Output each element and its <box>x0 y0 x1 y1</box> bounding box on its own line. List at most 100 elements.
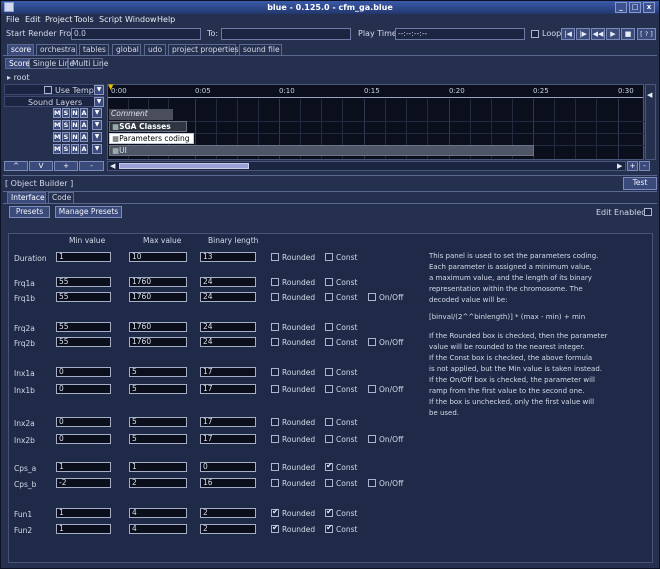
rounded-checkbox[interactable] <box>271 435 279 443</box>
remove-layer-button[interactable]: - <box>79 161 104 171</box>
a-button[interactable]: A <box>80 120 88 130</box>
onoff-checkbox[interactable] <box>368 338 376 346</box>
title-bar[interactable]: blue - 0.125.0 - cfm_ga.blue _ □ x <box>1 1 659 14</box>
vertical-scrollbar[interactable]: ◀ <box>645 84 656 160</box>
score-object-sga-classes[interactable]: ■SGA Classes <box>109 121 187 132</box>
binary-length-input[interactable]: 24 <box>200 322 256 332</box>
tab-multi-line[interactable]: Multi Line <box>68 58 108 69</box>
zoom-out-button[interactable]: - <box>639 161 650 171</box>
rounded-checkbox[interactable] <box>271 338 279 346</box>
const-checkbox[interactable] <box>325 253 333 261</box>
max-value-input[interactable]: 2 <box>129 478 187 488</box>
onoff-checkbox[interactable] <box>368 435 376 443</box>
min-value-input[interactable]: 55 <box>56 277 111 287</box>
binary-length-input[interactable]: 17 <box>200 367 256 377</box>
binary-length-input[interactable]: 24 <box>200 292 256 302</box>
scroll-left-icon[interactable]: ◀ <box>647 91 652 99</box>
min-value-input[interactable]: 0 <box>56 417 111 427</box>
menu-tools[interactable]: Tools <box>74 15 94 24</box>
tab-project-properties[interactable]: project properties <box>168 44 239 55</box>
test-button[interactable]: Test <box>623 177 657 190</box>
edit-enabled-checkbox[interactable] <box>644 208 652 216</box>
const-checkbox[interactable] <box>325 323 333 331</box>
mute-button[interactable]: M <box>53 120 61 130</box>
onoff-checkbox[interactable] <box>368 385 376 393</box>
rounded-checkbox[interactable] <box>271 463 279 471</box>
tab-global[interactable]: global <box>112 44 141 55</box>
const-checkbox[interactable] <box>325 293 333 301</box>
min-value-input[interactable]: 55 <box>56 322 111 332</box>
max-value-input[interactable]: 5 <box>129 384 187 394</box>
chevron-down-icon[interactable]: ▼ <box>92 120 102 130</box>
rounded-checkbox[interactable] <box>271 385 279 393</box>
max-value-input[interactable]: 4 <box>129 508 187 518</box>
max-value-input[interactable]: 5 <box>129 434 187 444</box>
chevron-down-icon[interactable]: ▼ <box>94 85 104 95</box>
tab-orchestra[interactable]: orchestra <box>36 44 77 55</box>
const-checkbox[interactable] <box>325 368 333 376</box>
n-button[interactable]: N <box>71 144 79 154</box>
tab-single-line[interactable]: Single Line <box>29 58 74 69</box>
const-checkbox[interactable] <box>325 479 333 487</box>
n-button[interactable]: N <box>71 132 79 142</box>
const-checkbox[interactable] <box>325 338 333 346</box>
tab-code[interactable]: Code <box>48 192 74 203</box>
chevron-down-icon[interactable]: ▼ <box>92 132 102 142</box>
score-object-comment[interactable]: Comment <box>109 109 173 120</box>
presets-button[interactable]: Presets <box>9 206 50 218</box>
chevron-down-icon[interactable]: ▼ <box>94 97 104 107</box>
const-checkbox[interactable] <box>325 523 333 533</box>
max-value-input[interactable]: 1760 <box>129 292 187 302</box>
binary-length-input[interactable]: 24 <box>200 277 256 287</box>
menu-edit[interactable]: Edit <box>25 15 41 24</box>
binary-length-input[interactable]: 2 <box>200 508 256 518</box>
score-object-parameters-coding[interactable]: ■Parameters coding <box>109 133 194 144</box>
solo-button[interactable]: S <box>62 132 70 142</box>
onoff-checkbox[interactable] <box>368 479 376 487</box>
close-button[interactable]: x <box>643 2 655 13</box>
max-value-input[interactable]: 5 <box>129 417 187 427</box>
binary-length-input[interactable]: 2 <box>200 524 256 534</box>
start-render-field[interactable]: 0.0 <box>71 28 201 40</box>
rounded-checkbox[interactable] <box>271 418 279 426</box>
binary-length-input[interactable]: 13 <box>200 252 256 262</box>
move-up-button[interactable]: ^ <box>4 161 28 171</box>
binary-length-input[interactable]: 16 <box>200 478 256 488</box>
rounded-checkbox[interactable] <box>271 293 279 301</box>
mute-button[interactable]: M <box>53 108 61 118</box>
scroll-left-arrow-icon[interactable]: ◀ <box>110 162 115 170</box>
score-timeline[interactable]: 0:00 0:05 0:10 0:15 0:20 0:25 0:30 ▼ Com… <box>107 83 645 160</box>
stop-icon[interactable]: ■ <box>621 28 635 40</box>
tab-score-view[interactable]: Score <box>5 58 30 69</box>
menu-help[interactable]: Help <box>157 15 175 24</box>
binary-length-input[interactable]: 0 <box>200 462 256 472</box>
binary-length-input[interactable]: 24 <box>200 337 256 347</box>
min-value-input[interactable]: 55 <box>56 292 111 302</box>
binary-length-input[interactable]: 17 <box>200 434 256 444</box>
const-checkbox[interactable] <box>325 435 333 443</box>
solo-button[interactable]: S <box>62 108 70 118</box>
menu-window[interactable]: Window <box>125 15 157 24</box>
mute-button[interactable]: M <box>53 132 61 142</box>
a-button[interactable]: A <box>80 144 88 154</box>
manage-presets-button[interactable]: Manage Presets <box>55 206 122 218</box>
score-object-ui[interactable]: ■UI <box>109 145 534 156</box>
maximize-button[interactable]: □ <box>629 2 641 13</box>
max-value-input[interactable]: 1760 <box>129 322 187 332</box>
rounded-checkbox[interactable] <box>271 479 279 487</box>
horizontal-scrollbar[interactable]: ◀ ▶ <box>107 161 626 171</box>
n-button[interactable]: N <box>71 120 79 130</box>
mute-button[interactable]: M <box>53 144 61 154</box>
rounded-checkbox[interactable] <box>271 368 279 376</box>
chevron-down-icon[interactable]: ▼ <box>92 108 102 118</box>
play-icon[interactable]: ▶ <box>606 28 620 40</box>
const-checkbox[interactable] <box>325 278 333 286</box>
rounded-checkbox[interactable] <box>271 323 279 331</box>
min-value-input[interactable]: 0 <box>56 367 111 377</box>
binary-length-input[interactable]: 17 <box>200 417 256 427</box>
play-from-start-icon[interactable]: |▶ <box>576 28 590 40</box>
tab-score[interactable]: score <box>7 44 34 55</box>
solo-button[interactable]: S <box>62 120 70 130</box>
rounded-checkbox[interactable] <box>271 507 279 517</box>
root-breadcrumb[interactable]: ▸ root <box>7 73 30 82</box>
